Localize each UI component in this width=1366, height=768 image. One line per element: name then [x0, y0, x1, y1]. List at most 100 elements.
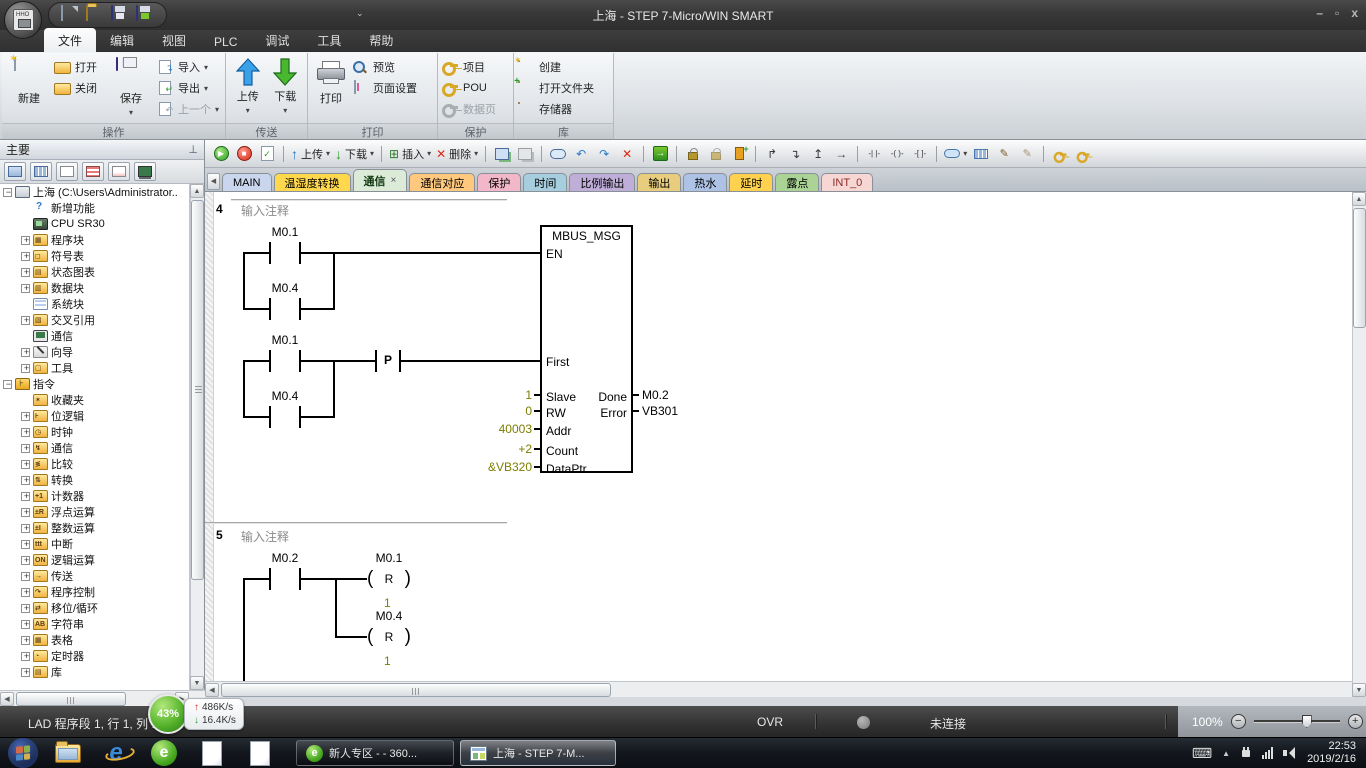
network-comment[interactable]: 输入注释 [241, 202, 289, 219]
tree-expander[interactable] [21, 604, 30, 613]
menu-tab[interactable]: 帮助 [355, 28, 407, 52]
cross-reference-icon[interactable] [108, 162, 130, 181]
start-button[interactable] [8, 738, 38, 768]
document-icon[interactable] [245, 738, 275, 768]
pou-tab[interactable]: 比例输出 [569, 173, 635, 191]
line-right-icon[interactable]: → [831, 144, 851, 164]
menu-tab[interactable]: 文件 [44, 28, 96, 52]
tree-item[interactable]: ↷ 程序控制 [0, 584, 189, 600]
tree-expander[interactable] [21, 620, 30, 629]
zoom-slider[interactable] [1254, 720, 1340, 723]
protect-data-page-button[interactable]: 数据页 [442, 100, 496, 118]
tree-expander[interactable] [21, 572, 30, 581]
editor-vertical-scrollbar[interactable]: ▲ ▼ [1352, 192, 1366, 697]
address-table-icon[interactable] [971, 144, 991, 164]
open-button[interactable]: 打开 [54, 58, 106, 76]
contact-operand[interactable]: M0.1 [257, 225, 313, 239]
tree-item[interactable]: ttt 中断 [0, 536, 189, 552]
coil-operand[interactable]: M0.1 [361, 551, 417, 565]
contact-operand[interactable]: M0.1 [257, 333, 313, 347]
tree-expander[interactable] [21, 428, 30, 437]
pulse-contact-letter[interactable]: P [377, 353, 399, 367]
contact-bar[interactable] [269, 350, 271, 372]
coil-operand[interactable]: M0.4 [361, 609, 417, 623]
360-browser-icon[interactable]: e [149, 738, 179, 768]
tree-expander[interactable] [21, 460, 30, 469]
stop-button[interactable]: ■ [234, 144, 254, 164]
tree-item[interactable]: ◔ 定时器 [0, 648, 189, 664]
tree-expander[interactable] [21, 412, 30, 421]
menu-tab[interactable]: 工具 [303, 28, 355, 52]
line-up-icon[interactable]: ↥ [808, 144, 828, 164]
upload-button[interactable]: 上传▾ [230, 56, 266, 115]
tree-item[interactable]: 上海 (C:\Users\Administrator.. [0, 184, 189, 200]
tree-item[interactable]: +1 计数器 [0, 488, 189, 504]
block-input-value[interactable]: 0 [452, 404, 532, 418]
minimize-button[interactable]: – [1316, 6, 1323, 20]
menu-tab[interactable]: 编辑 [96, 28, 148, 52]
library-memory-button[interactable]: 存储器 [518, 100, 594, 118]
edit-address-icon[interactable]: ✎ [1017, 144, 1037, 164]
branch-open-icon[interactable]: ↱ [762, 144, 782, 164]
safely-remove-icon[interactable] [1240, 747, 1252, 759]
bookmark-add-icon[interactable] [729, 144, 749, 164]
scroll-down-icon[interactable]: ▼ [1352, 683, 1366, 697]
tree-expander[interactable] [21, 348, 30, 357]
document-icon[interactable] [197, 738, 227, 768]
close-button[interactable]: 关闭 [54, 79, 106, 97]
tree-item[interactable]: ⊦ 位逻辑 [0, 408, 189, 424]
key-doc-icon[interactable] [1073, 144, 1093, 164]
save-button[interactable]: 保存▾ [108, 56, 154, 117]
program-editor-icon[interactable] [4, 162, 26, 181]
block-input-value[interactable]: 1 [452, 388, 532, 402]
menu-tab[interactable]: PLC [200, 31, 251, 52]
insert-box-icon[interactable]: -[ ]- [910, 144, 930, 164]
compile-button[interactable]: ✓ [257, 144, 277, 164]
zoom-in-icon[interactable]: + [1348, 714, 1363, 729]
tree-expander[interactable] [21, 540, 30, 549]
status-chart-icon[interactable] [56, 162, 78, 181]
internet-explorer-icon[interactable]: e [101, 738, 131, 768]
delete-button[interactable]: ✕删除▾ [435, 144, 479, 164]
tree-item[interactable]: CPU SR30 [0, 216, 189, 232]
protect-pou-button[interactable]: POU [442, 79, 496, 97]
tree-expander[interactable] [21, 492, 30, 501]
tree-item[interactable]: ▦ 程序块 [0, 232, 189, 248]
symbol-table-icon[interactable] [30, 162, 52, 181]
scrollbar-thumb[interactable] [16, 692, 126, 706]
tree-expander[interactable] [21, 364, 30, 373]
editor-horizontal-scrollbar[interactable]: ◀ [205, 681, 1352, 697]
tree-expander[interactable] [21, 556, 30, 565]
pou-tab[interactable]: 热水 [683, 173, 727, 191]
coil-count[interactable]: 1 [384, 596, 391, 610]
download-toolbar-button[interactable]: ↓下载▾ [334, 144, 375, 164]
taskbar-clock[interactable]: 22:53 2019/2/16 [1307, 740, 1356, 766]
block-output-value[interactable]: VB301 [642, 404, 678, 418]
pin-icon[interactable]: ⊥ [188, 143, 198, 156]
menu-tab[interactable]: 调试 [251, 28, 303, 52]
pou-tab[interactable]: 通信× [353, 169, 408, 191]
goto-icon[interactable]: → [650, 144, 670, 164]
export-button[interactable]: 导出▾ [156, 79, 220, 97]
pou-cascade-icon[interactable] [492, 144, 512, 164]
library-create-button[interactable]: 创建 [518, 58, 594, 76]
tree-expander[interactable] [21, 236, 30, 245]
pou-tab[interactable]: 延时 [729, 173, 773, 191]
tree-expander[interactable] [21, 476, 30, 485]
data-block-icon[interactable] [82, 162, 104, 181]
tree-item[interactable]: 新增功能 [0, 200, 189, 216]
zoom-out-icon[interactable]: − [1231, 714, 1246, 729]
tree-item[interactable]: ◻ 符号表 [0, 248, 189, 264]
tree-item[interactable]: AB 字符串 [0, 616, 189, 632]
tree-expander[interactable] [21, 588, 30, 597]
volume-icon[interactable] [1283, 747, 1297, 759]
contact-bar[interactable] [269, 568, 271, 590]
tree-item[interactable]: ⇅ 转换 [0, 472, 189, 488]
communication-icon[interactable] [134, 162, 156, 181]
scroll-up-icon[interactable]: ▲ [190, 184, 204, 198]
tree-expander[interactable] [3, 188, 12, 197]
selection-box-icon[interactable] [548, 144, 568, 164]
pou-tab[interactable]: 时间 [523, 173, 567, 191]
redo-icon[interactable]: ↷ [594, 144, 614, 164]
tree-item[interactable]: 通信 [0, 328, 189, 344]
